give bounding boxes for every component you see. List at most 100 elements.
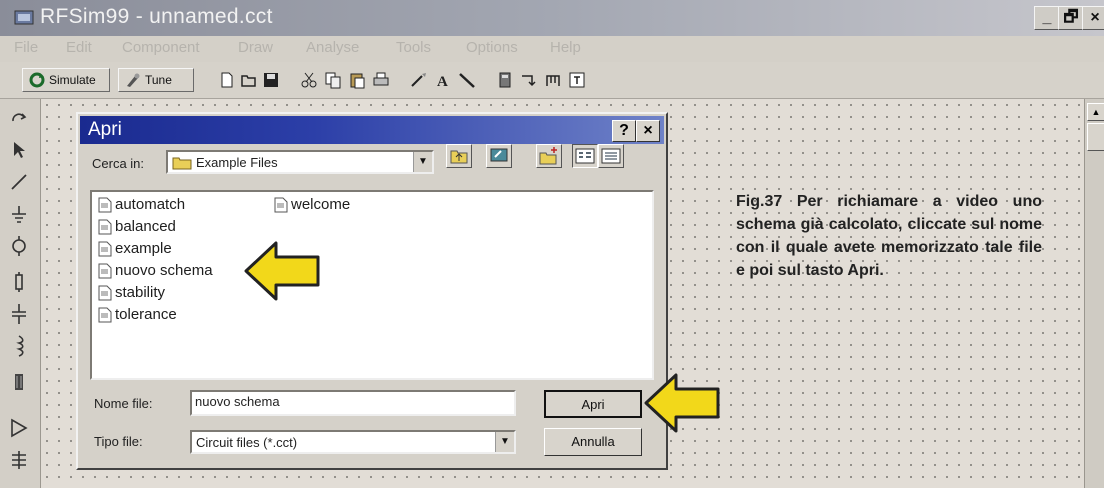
scroll-up-icon[interactable]: ▲ xyxy=(1087,103,1104,121)
transistor-icon[interactable] xyxy=(8,449,30,471)
line-icon[interactable] xyxy=(458,71,476,89)
amplifier-icon[interactable] xyxy=(8,417,30,439)
resistor-icon[interactable] xyxy=(8,271,30,293)
cancel-button[interactable]: Annulla xyxy=(544,428,642,456)
app-title-bar: RFSim99 - unnamed.cct _ 🗗 × xyxy=(0,0,1104,36)
file-name: welcome xyxy=(291,196,351,213)
close-button[interactable]: × xyxy=(1082,6,1104,30)
cut-icon[interactable] xyxy=(300,71,318,89)
info-icon[interactable] xyxy=(568,71,586,89)
menu-edit[interactable]: Edit xyxy=(66,39,92,56)
file-item-balanced[interactable]: balanced xyxy=(98,218,176,235)
file-item-stability[interactable]: stability xyxy=(98,284,165,301)
stub-icon[interactable] xyxy=(520,71,538,89)
filetype-select[interactable]: Circuit files (*.cct) ▼ xyxy=(190,430,516,454)
open-button[interactable]: Apri xyxy=(544,390,642,418)
file-icon xyxy=(98,263,112,278)
simulate-button[interactable]: Simulate xyxy=(22,68,110,92)
text-icon[interactable]: A xyxy=(434,71,452,89)
menu-analyse[interactable]: Analyse xyxy=(306,39,359,56)
file-name: example xyxy=(115,240,172,257)
file-name: balanced xyxy=(115,218,176,235)
file-item-tolerance[interactable]: tolerance xyxy=(98,306,177,323)
file-icon xyxy=(98,285,112,300)
tune-icon xyxy=(127,73,140,87)
component-icon[interactable] xyxy=(544,71,562,89)
pointer-arrow-file xyxy=(244,241,320,301)
file-icon xyxy=(274,197,288,212)
details-view-button[interactable] xyxy=(598,144,624,168)
filename-input[interactable]: nuovo schema xyxy=(190,390,516,416)
file-item-automatch[interactable]: automatch xyxy=(98,196,185,213)
simulate-icon xyxy=(29,72,45,88)
copy-icon[interactable] xyxy=(324,71,342,89)
component-sidebar xyxy=(0,99,41,488)
chevron-down-icon[interactable]: ▼ xyxy=(413,152,432,172)
figure-caption: Fig.37 Per richiamare a video uno schema… xyxy=(736,193,1042,279)
toolbar: Simulate Tune A xyxy=(0,62,1104,99)
menu-options[interactable]: Options xyxy=(466,39,518,56)
draw-wire-icon[interactable] xyxy=(410,71,428,89)
list-view-icon xyxy=(575,148,595,164)
print-icon[interactable] xyxy=(372,71,390,89)
menu-tools[interactable]: Tools xyxy=(396,39,431,56)
inductor-icon[interactable] xyxy=(8,335,30,357)
menu-component[interactable]: Component xyxy=(122,39,200,56)
list-view-button[interactable] xyxy=(572,144,598,168)
menu-file[interactable]: File xyxy=(14,39,38,56)
simulate-label: Simulate xyxy=(49,73,96,87)
open-dialog: Apri ? × Cerca in: Example Files ▼ autom… xyxy=(76,112,668,470)
scroll-thumb[interactable] xyxy=(1087,123,1104,151)
svg-text:A: A xyxy=(437,74,448,89)
file-name: nuovo schema xyxy=(115,262,213,279)
file-item-example[interactable]: example xyxy=(98,240,172,257)
tune-button[interactable]: Tune xyxy=(118,68,194,92)
up-folder-icon xyxy=(450,150,468,164)
menu-draw[interactable]: Draw xyxy=(238,39,273,56)
new-folder-icon xyxy=(539,147,557,165)
paste-icon[interactable] xyxy=(348,71,366,89)
new-folder-button[interactable] xyxy=(536,144,562,168)
details-view-icon xyxy=(601,148,621,164)
save-icon[interactable] xyxy=(262,71,280,89)
file-list[interactable]: automatch balanced example nuovo schema … xyxy=(90,190,654,380)
file-item-nuovo-schema[interactable]: nuovo schema xyxy=(98,262,213,279)
open-folder-icon[interactable] xyxy=(240,71,258,89)
look-in-value: Example Files xyxy=(196,155,278,170)
calculator-icon[interactable] xyxy=(496,71,514,89)
menu-help[interactable]: Help xyxy=(550,39,581,56)
file-icon xyxy=(98,197,112,212)
minimize-button[interactable]: _ xyxy=(1034,6,1060,30)
transformer-icon[interactable] xyxy=(8,371,30,393)
file-name: stability xyxy=(115,284,166,301)
up-folder-button[interactable] xyxy=(446,144,472,168)
new-file-icon[interactable] xyxy=(218,71,236,89)
source-icon[interactable] xyxy=(8,235,30,257)
help-button[interactable]: ? xyxy=(612,120,636,142)
desktop-icon xyxy=(490,148,508,162)
chevron-down-icon[interactable]: ▼ xyxy=(495,432,514,452)
desktop-button[interactable] xyxy=(486,144,512,168)
app-title: RFSim99 - unnamed.cct xyxy=(40,5,273,28)
pointer-arrow-open-button xyxy=(644,373,720,433)
ground-icon[interactable] xyxy=(8,203,30,225)
dialog-title-bar: Apri ? × xyxy=(80,116,664,144)
pointer-icon[interactable] xyxy=(8,139,30,161)
vertical-scrollbar[interactable]: ▲ xyxy=(1084,99,1104,488)
maximize-button[interactable]: 🗗 xyxy=(1058,6,1084,30)
look-in-label: Cerca in: xyxy=(92,156,145,171)
filename-label: Nome file: xyxy=(94,396,153,411)
dialog-close-button[interactable]: × xyxy=(636,120,660,142)
look-in-select[interactable]: Example Files ▼ xyxy=(166,150,434,174)
tune-label: Tune xyxy=(145,73,172,87)
dialog-title: Apri xyxy=(88,119,122,140)
menu-bar: File Edit Component Draw Analyse Tools O… xyxy=(0,36,1104,62)
file-icon xyxy=(98,307,112,322)
rotate-icon[interactable] xyxy=(8,109,30,131)
file-name: tolerance xyxy=(115,306,177,323)
wire-icon[interactable] xyxy=(8,171,30,193)
file-item-welcome[interactable]: welcome xyxy=(274,196,350,213)
capacitor-icon[interactable] xyxy=(8,303,30,325)
folder-icon xyxy=(172,157,192,170)
file-icon xyxy=(98,241,112,256)
